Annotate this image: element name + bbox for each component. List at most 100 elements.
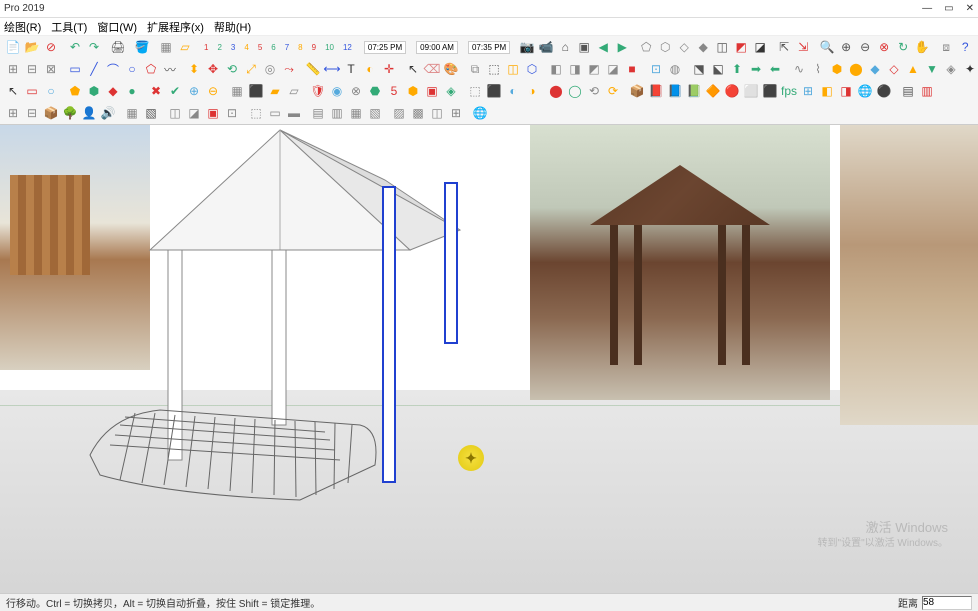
- push-icon[interactable]: ⬍: [185, 60, 203, 78]
- undo-icon[interactable]: ↶: [66, 38, 84, 56]
- r3ap-icon[interactable]: ◨: [837, 82, 855, 100]
- redo-icon[interactable]: ↷: [85, 38, 103, 56]
- tape-icon[interactable]: 📏: [304, 60, 322, 78]
- maximize-button[interactable]: ▭: [944, 3, 953, 14]
- new-icon[interactable]: 📄: [4, 38, 22, 56]
- r3ab-icon[interactable]: ⬤: [547, 82, 565, 100]
- ext1-icon[interactable]: ◆: [866, 60, 884, 78]
- follow-icon[interactable]: ⤳: [280, 60, 298, 78]
- time-noon[interactable]: 09:00 AM: [416, 41, 458, 54]
- r3ai-icon[interactable]: 📗: [685, 82, 703, 100]
- r4t-icon[interactable]: ▨: [390, 104, 408, 122]
- top-icon[interactable]: ⬆: [728, 60, 746, 78]
- zoomout-icon[interactable]: ⊖: [856, 38, 874, 56]
- face2-icon[interactable]: ◨: [566, 60, 584, 78]
- target-icon[interactable]: ⊗: [875, 38, 893, 56]
- axes-icon[interactable]: ✛: [380, 60, 398, 78]
- r3aq-icon[interactable]: 🌐: [856, 82, 874, 100]
- r3i-icon[interactable]: ✔: [166, 82, 184, 100]
- r3ar-icon[interactable]: ⚫: [875, 82, 893, 100]
- viewport-3d[interactable]: ✦ 激活 Windows 转到"设置"以激活 Windows。: [0, 125, 978, 600]
- r4h-icon[interactable]: ▧: [142, 104, 160, 122]
- poly2-icon[interactable]: ⬡: [656, 38, 674, 56]
- rotate-icon[interactable]: ⟲: [223, 60, 241, 78]
- r4r-icon[interactable]: ▦: [347, 104, 365, 122]
- arc-icon[interactable]: ⌒: [104, 60, 122, 78]
- r4x-icon[interactable]: 🌐: [471, 104, 489, 122]
- measurement-input[interactable]: [922, 596, 972, 610]
- r4n-icon[interactable]: ▭: [266, 104, 284, 122]
- pan-icon[interactable]: ✋: [913, 38, 931, 56]
- side-icon[interactable]: ⬅: [766, 60, 784, 78]
- r4e-icon[interactable]: 👤: [80, 104, 98, 122]
- r3am-icon[interactable]: ⬛: [761, 82, 779, 100]
- wire-icon[interactable]: ⬡: [523, 60, 541, 78]
- front-icon[interactable]: ➡: [747, 60, 765, 78]
- curve2-icon[interactable]: ⌇: [809, 60, 827, 78]
- r3n-icon[interactable]: ▰: [266, 82, 284, 100]
- r4l-icon[interactable]: ⊡: [223, 104, 241, 122]
- r3g-icon[interactable]: ●: [123, 82, 141, 100]
- menu-extensions[interactable]: 扩展程序(x): [147, 19, 204, 35]
- erase-icon[interactable]: ⌫: [423, 60, 441, 78]
- r3l-icon[interactable]: ▦: [228, 82, 246, 100]
- r4q-icon[interactable]: ▥: [328, 104, 346, 122]
- close-button[interactable]: ✕: [966, 3, 974, 14]
- r3aj-icon[interactable]: 🔶: [704, 82, 722, 100]
- bucket-icon[interactable]: 🎨: [442, 60, 460, 78]
- r4o-icon[interactable]: ▬: [285, 104, 303, 122]
- cube3-icon[interactable]: ◪: [751, 38, 769, 56]
- r4w-icon[interactable]: ⊞: [447, 104, 465, 122]
- pers-icon[interactable]: ⬔: [690, 60, 708, 78]
- r3b-icon[interactable]: ▭: [23, 82, 41, 100]
- r3m-icon[interactable]: ⬛: [247, 82, 265, 100]
- r3ak-icon[interactable]: 🔴: [723, 82, 741, 100]
- cyl-icon[interactable]: ⬤: [847, 60, 865, 78]
- sect-icon[interactable]: ◫: [504, 60, 522, 78]
- box3d-icon[interactable]: ⬢: [828, 60, 846, 78]
- layers-icon[interactable]: ▦: [157, 38, 175, 56]
- grid3-icon[interactable]: ⊠: [42, 60, 60, 78]
- ext4-icon[interactable]: ▼: [923, 60, 941, 78]
- curve1-icon[interactable]: ∿: [790, 60, 808, 78]
- comp-icon[interactable]: ⧉: [466, 60, 484, 78]
- ext6-icon[interactable]: ✦: [961, 60, 978, 78]
- rect-icon[interactable]: ▭: [66, 60, 84, 78]
- r3q-icon[interactable]: ◉: [328, 82, 346, 100]
- home-icon[interactable]: ⌂: [556, 38, 574, 56]
- r3u-icon[interactable]: ⬢: [404, 82, 422, 100]
- ext5-icon[interactable]: ◈: [942, 60, 960, 78]
- r3e-icon[interactable]: ⬢: [85, 82, 103, 100]
- cam3-icon[interactable]: ▣: [575, 38, 593, 56]
- r3h-icon[interactable]: ✖: [147, 82, 165, 100]
- import-icon[interactable]: ⇱: [775, 38, 793, 56]
- r4s-icon[interactable]: ▧: [366, 104, 384, 122]
- cube2-icon[interactable]: ◩: [732, 38, 750, 56]
- minimize-button[interactable]: —: [922, 3, 932, 14]
- menu-help[interactable]: 帮助(H): [214, 19, 251, 35]
- r4j-icon[interactable]: ◪: [185, 104, 203, 122]
- r3s-icon[interactable]: ⬣: [366, 82, 384, 100]
- r3an-icon[interactable]: ⊞: [799, 82, 817, 100]
- r3z-icon[interactable]: ◐: [504, 82, 522, 100]
- offset-icon[interactable]: ◎: [261, 60, 279, 78]
- cam1-icon[interactable]: 📷: [518, 38, 536, 56]
- grid1-icon[interactable]: ⊞: [4, 60, 22, 78]
- r4b-icon[interactable]: ⊟: [23, 104, 41, 122]
- sel2-icon[interactable]: ↖: [4, 82, 22, 100]
- r3x-icon[interactable]: ⬚: [466, 82, 484, 100]
- r4u-icon[interactable]: ▩: [409, 104, 427, 122]
- next-icon[interactable]: ▶: [613, 38, 631, 56]
- r3ah-icon[interactable]: 📘: [666, 82, 684, 100]
- fps-icon[interactable]: fps: [780, 82, 798, 100]
- menu-tools[interactable]: 工具(T): [51, 19, 87, 35]
- delete-icon[interactable]: ⊘: [42, 38, 60, 56]
- r4k-icon[interactable]: ▣: [204, 104, 222, 122]
- poly1-icon[interactable]: ⬠: [637, 38, 655, 56]
- circle-icon[interactable]: ○: [123, 60, 141, 78]
- r3aa-icon[interactable]: ◑: [523, 82, 541, 100]
- r3r-icon[interactable]: ⊗: [347, 82, 365, 100]
- ext3-icon[interactable]: ▲: [904, 60, 922, 78]
- r3j-icon[interactable]: ⊕: [185, 82, 203, 100]
- iso-icon[interactable]: ⬕: [709, 60, 727, 78]
